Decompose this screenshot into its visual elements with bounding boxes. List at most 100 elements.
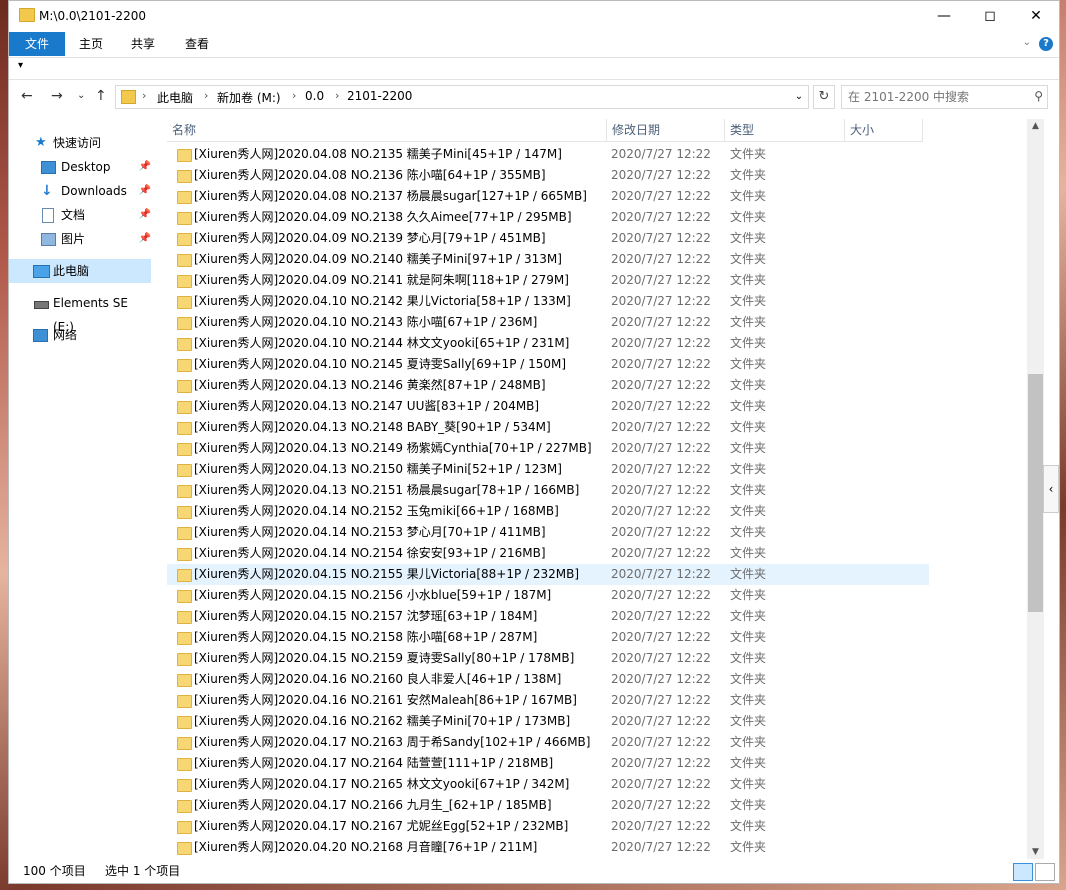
address-dropdown-icon[interactable]: ⌄ [790,86,808,108]
table-row[interactable]: [Xiuren秀人网]2020.04.08 NO.2136 陈小喵[64+1P … [167,165,929,186]
breadcrumb-this-pc[interactable]: 此电脑 [157,89,193,106]
table-row[interactable]: [Xiuren秀人网]2020.04.14 NO.2152 玉兔miki[66+… [167,501,929,522]
scroll-down-icon[interactable]: ▼ [1027,847,1044,857]
sidebar-item-label: Desktop [61,160,111,174]
tab-share[interactable]: 共享 [125,33,161,55]
vertical-scrollbar[interactable]: ▲ ▼ [1027,119,1044,859]
sidebar-item-network[interactable]: 网络 [9,323,151,347]
forward-icon[interactable]: → [51,88,63,104]
table-row[interactable]: [Xiuren秀人网]2020.04.10 NO.2144 林文文yooki[6… [167,333,929,354]
column-header-name[interactable]: 名称 [167,119,607,141]
pin-icon[interactable]: 📌 [139,179,151,203]
folder-icon [177,653,192,666]
table-row[interactable]: [Xiuren秀人网]2020.04.09 NO.2139 梦心月[79+1P … [167,228,929,249]
breadcrumb-folder[interactable]: 0.0 [305,89,324,103]
column-header-date[interactable]: 修改日期 [607,119,725,141]
table-row[interactable]: [Xiuren秀人网]2020.04.17 NO.2167 尤妮丝Egg[52+… [167,816,929,837]
table-row[interactable]: [Xiuren秀人网]2020.04.20 NO.2168 月音瞳[76+1P … [167,837,929,858]
address-bar[interactable]: › 此电脑 › 新加卷 (M:) › 0.0 › 2101-2200 ⌄ [115,85,809,109]
minimize-button[interactable]: — [921,1,967,31]
pin-icon[interactable]: 📌 [139,227,151,251]
help-icon[interactable]: ? [1039,37,1053,51]
pin-icon[interactable]: 📌 [139,203,151,227]
file-date: 2020/7/27 12:22 [611,840,711,854]
table-row[interactable]: [Xiuren秀人网]2020.04.10 NO.2142 果儿Victoria… [167,291,929,312]
table-row[interactable]: [Xiuren秀人网]2020.04.15 NO.2155 果儿Victoria… [167,564,929,585]
breadcrumb-drive[interactable]: 新加卷 (M:) [217,89,281,106]
up-icon[interactable]: ↑ [95,88,107,104]
scrollbar-thumb[interactable] [1028,374,1043,612]
sidebar-item-pictures[interactable]: 图片 📌 [9,227,151,251]
file-type: 文件夹 [730,714,767,728]
table-row[interactable]: [Xiuren秀人网]2020.04.17 NO.2165 林文文yooki[6… [167,774,929,795]
chevron-right-icon[interactable]: › [204,89,208,102]
back-icon[interactable]: ← [21,88,33,104]
scroll-up-icon[interactable]: ▲ [1027,121,1044,131]
table-row[interactable]: [Xiuren秀人网]2020.04.15 NO.2158 陈小喵[68+1P … [167,627,929,648]
chevron-right-icon[interactable]: › [292,89,296,102]
close-button[interactable]: ✕ [1013,1,1059,31]
sidebar-item-documents[interactable]: 文档 📌 [9,203,151,227]
table-row[interactable]: [Xiuren秀人网]2020.04.13 NO.2148 BABY_葵[90+… [167,417,929,438]
large-icons-view-button[interactable] [1035,863,1055,881]
column-header-size[interactable]: 大小 [845,119,923,141]
table-row[interactable]: [Xiuren秀人网]2020.04.15 NO.2157 沈梦瑶[63+1P … [167,606,929,627]
sidebar-item-drive-e[interactable]: Elements SE (E:) [9,291,151,334]
sidebar-item-downloads[interactable]: ↓ Downloads 📌 [9,179,151,203]
folder-icon [177,716,192,729]
table-row[interactable]: [Xiuren秀人网]2020.04.09 NO.2138 久久Aimee[77… [167,207,929,228]
file-type: 文件夹 [730,462,767,476]
table-row[interactable]: [Xiuren秀人网]2020.04.09 NO.2141 就是阿朱啊[118+… [167,270,929,291]
table-row[interactable]: [Xiuren秀人网]2020.04.13 NO.2149 杨紫嫣Cynthia… [167,438,929,459]
search-box[interactable]: ⚲ [841,85,1048,109]
search-icon[interactable]: ⚲ [1034,89,1043,103]
file-type: 文件夹 [730,378,767,392]
file-date: 2020/7/27 12:22 [611,294,711,308]
pin-icon[interactable]: 📌 [139,155,151,179]
table-row[interactable]: [Xiuren秀人网]2020.04.13 NO.2150 糯美子Mini[52… [167,459,929,480]
table-row[interactable]: [Xiuren秀人网]2020.04.16 NO.2162 糯美子Mini[70… [167,711,929,732]
breadcrumb-current[interactable]: 2101-2200 [347,89,412,103]
table-row[interactable]: [Xiuren秀人网]2020.04.10 NO.2143 陈小喵[67+1P … [167,312,929,333]
table-row[interactable]: [Xiuren秀人网]2020.04.13 NO.2151 杨晨晨sugar[7… [167,480,929,501]
details-view-button[interactable] [1013,863,1033,881]
ribbon-expand-icon[interactable]: ⌄ [1023,37,1031,48]
file-type: 文件夹 [730,630,767,644]
sidebar-item-this-pc[interactable]: 此电脑 [9,259,151,283]
tab-home[interactable]: 主页 [73,33,109,55]
refresh-icon[interactable]: ↻ [813,85,835,109]
table-row[interactable]: [Xiuren秀人网]2020.04.08 NO.2137 杨晨晨sugar[1… [167,186,929,207]
tab-view[interactable]: 查看 [179,33,215,55]
file-date: 2020/7/27 12:22 [611,609,711,623]
maximize-button[interactable]: ◻ [967,1,1013,31]
table-row[interactable]: [Xiuren秀人网]2020.04.09 NO.2140 糯美子Mini[97… [167,249,929,270]
file-date: 2020/7/27 12:22 [611,441,711,455]
folder-icon [177,842,192,855]
file-date: 2020/7/27 12:22 [611,651,711,665]
table-row[interactable]: [Xiuren秀人网]2020.04.14 NO.2154 徐安安[93+1P … [167,543,929,564]
table-row[interactable]: [Xiuren秀人网]2020.04.10 NO.2145 夏诗雯Sally[6… [167,354,929,375]
table-row[interactable]: [Xiuren秀人网]2020.04.16 NO.2161 安然Maleah[8… [167,690,929,711]
table-row[interactable]: [Xiuren秀人网]2020.04.17 NO.2163 周于希Sandy[1… [167,732,929,753]
table-row[interactable]: [Xiuren秀人网]2020.04.14 NO.2153 梦心月[70+1P … [167,522,929,543]
search-input[interactable] [846,88,1020,106]
tab-file[interactable]: 文件 [9,32,65,56]
table-row[interactable]: [Xiuren秀人网]2020.04.08 NO.2135 糯美子Mini[45… [167,144,929,165]
chevron-right-icon[interactable]: › [335,89,339,102]
preview-pane-toggle[interactable]: ‹ [1043,465,1059,513]
customize-toolbar-icon[interactable]: ▾ [18,60,23,71]
window-title: M:\0.0\2101-2200 [39,9,146,23]
table-row[interactable]: [Xiuren秀人网]2020.04.13 NO.2146 黄楽然[87+1P … [167,375,929,396]
file-type: 文件夹 [730,672,767,686]
column-header-type[interactable]: 类型 [725,119,845,141]
table-row[interactable]: [Xiuren秀人网]2020.04.17 NO.2166 九月生_[62+1P… [167,795,929,816]
sidebar-item-quick-access[interactable]: ★ 快速访问 [9,131,151,155]
file-date: 2020/7/27 12:22 [611,315,711,329]
table-row[interactable]: [Xiuren秀人网]2020.04.17 NO.2164 陆萱萱[111+1P… [167,753,929,774]
table-row[interactable]: [Xiuren秀人网]2020.04.15 NO.2156 小水blue[59+… [167,585,929,606]
table-row[interactable]: [Xiuren秀人网]2020.04.15 NO.2159 夏诗雯Sally[8… [167,648,929,669]
sidebar-item-desktop[interactable]: Desktop 📌 [9,155,151,179]
table-row[interactable]: [Xiuren秀人网]2020.04.13 NO.2147 UU酱[83+1P … [167,396,929,417]
table-row[interactable]: [Xiuren秀人网]2020.04.16 NO.2160 良人非爱人[46+1… [167,669,929,690]
recent-locations-icon[interactable]: ⌄ [77,90,85,101]
